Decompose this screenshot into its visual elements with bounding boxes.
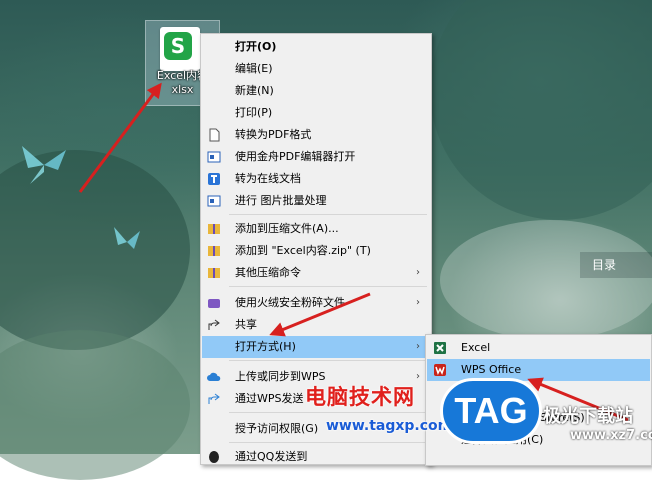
menu-item-label: 转换为PDF格式 (235, 128, 312, 141)
xlsx-document-icon: S (160, 27, 200, 71)
side-panel-label[interactable]: 目录 (580, 252, 652, 278)
menu-item-label: 转为在线文档 (235, 172, 301, 185)
menu-item-share[interactable]: 共享 (202, 314, 430, 336)
menu-item-label: 通过QQ发送到 (235, 450, 308, 463)
wps-spreadsheet-badge: S (164, 32, 192, 60)
archive-icon (208, 268, 220, 278)
menu-item-label: 共享 (235, 318, 257, 331)
tag-logo: TAG (440, 378, 542, 444)
watermark-site-name: 电脑技术网 (305, 385, 415, 409)
menu-item-label: 新建(N) (235, 84, 274, 97)
menu-item-edit[interactable]: 编辑(E) (202, 58, 430, 80)
menu-item-label: 打印(P) (235, 106, 273, 119)
menu-item-label: 通过WPS发送 (235, 392, 304, 405)
chevron-right-icon: › (416, 297, 420, 308)
chevron-right-icon: › (416, 267, 420, 278)
pdf-document-icon (209, 128, 220, 142)
menu-item-send-qq[interactable]: 通过QQ发送到 (202, 446, 430, 468)
cloud-icon (207, 372, 221, 381)
menu-separator (229, 442, 427, 443)
menu-separator (229, 214, 427, 215)
menu-separator (229, 360, 427, 361)
submenu-item-label: Excel (461, 341, 491, 354)
menu-item-print[interactable]: 打印(P) (202, 102, 430, 124)
butterfly-decoration-small (114, 227, 140, 249)
menu-item-add-zip[interactable]: 添加到 "Excel内容.zip" (T) (202, 240, 430, 262)
watermark-brand: 极光下载站 (543, 406, 633, 427)
pdf-editor-icon (207, 151, 221, 163)
watermark-url: www.tagxp.com (326, 418, 453, 434)
menu-item-label: 添加到压缩文件(A)... (235, 222, 339, 235)
archive-icon (208, 224, 220, 234)
send-icon (208, 393, 220, 404)
watermark-brand-url: www.xz7.com (570, 428, 652, 443)
menu-item-label: 授予访问权限(G) (235, 422, 319, 435)
archive-icon (208, 246, 220, 256)
submenu-item-excel[interactable]: Excel (427, 337, 650, 359)
menu-item-new[interactable]: 新建(N) (202, 80, 430, 102)
menu-item-label: 使用金舟PDF编辑器打开 (235, 150, 356, 163)
menu-item-label: 进行 图片批量处理 (235, 194, 327, 207)
menu-separator (229, 286, 427, 287)
menu-item-open-pdf-editor[interactable]: 使用金舟PDF编辑器打开 (202, 146, 430, 168)
menu-item-open-with[interactable]: 打开方式(H) › (202, 336, 430, 358)
menu-item-other-compress[interactable]: 其他压缩命令 › (202, 262, 430, 284)
chevron-right-icon: › (416, 341, 420, 352)
menu-item-convert-pdf[interactable]: 转换为PDF格式 (202, 124, 430, 146)
share-icon (208, 319, 220, 330)
menu-item-shred-file[interactable]: 使用火绒安全粉碎文件 › (202, 292, 430, 314)
butterfly-decoration (22, 146, 66, 184)
wps-app-icon (434, 364, 446, 376)
shredder-icon (208, 299, 220, 308)
submenu-item-wps-office[interactable]: WPS Office (427, 359, 650, 381)
excel-app-icon (434, 342, 446, 354)
menu-separator (229, 412, 427, 413)
menu-item-label: 添加到 "Excel内容.zip" (T) (235, 244, 371, 257)
menu-item-label: 其他压缩命令 (235, 266, 301, 279)
qq-penguin-icon (209, 451, 219, 463)
menu-item-label: 打开方式(H) (235, 340, 296, 353)
menu-item-online-doc[interactable]: 转为在线文档 (202, 168, 430, 190)
chevron-right-icon: › (416, 371, 420, 382)
menu-item-add-archive[interactable]: 添加到压缩文件(A)... (202, 218, 430, 240)
online-doc-icon (208, 173, 220, 185)
menu-item-label: 使用火绒安全粉碎文件 (235, 296, 345, 309)
menu-item-label: 编辑(E) (235, 62, 273, 75)
menu-item-label: 打开(O) (235, 40, 277, 53)
image-batch-icon (207, 195, 221, 207)
menu-item-open[interactable]: 打开(O) (202, 36, 430, 58)
menu-item-batch-image[interactable]: 进行 图片批量处理 (202, 190, 430, 212)
